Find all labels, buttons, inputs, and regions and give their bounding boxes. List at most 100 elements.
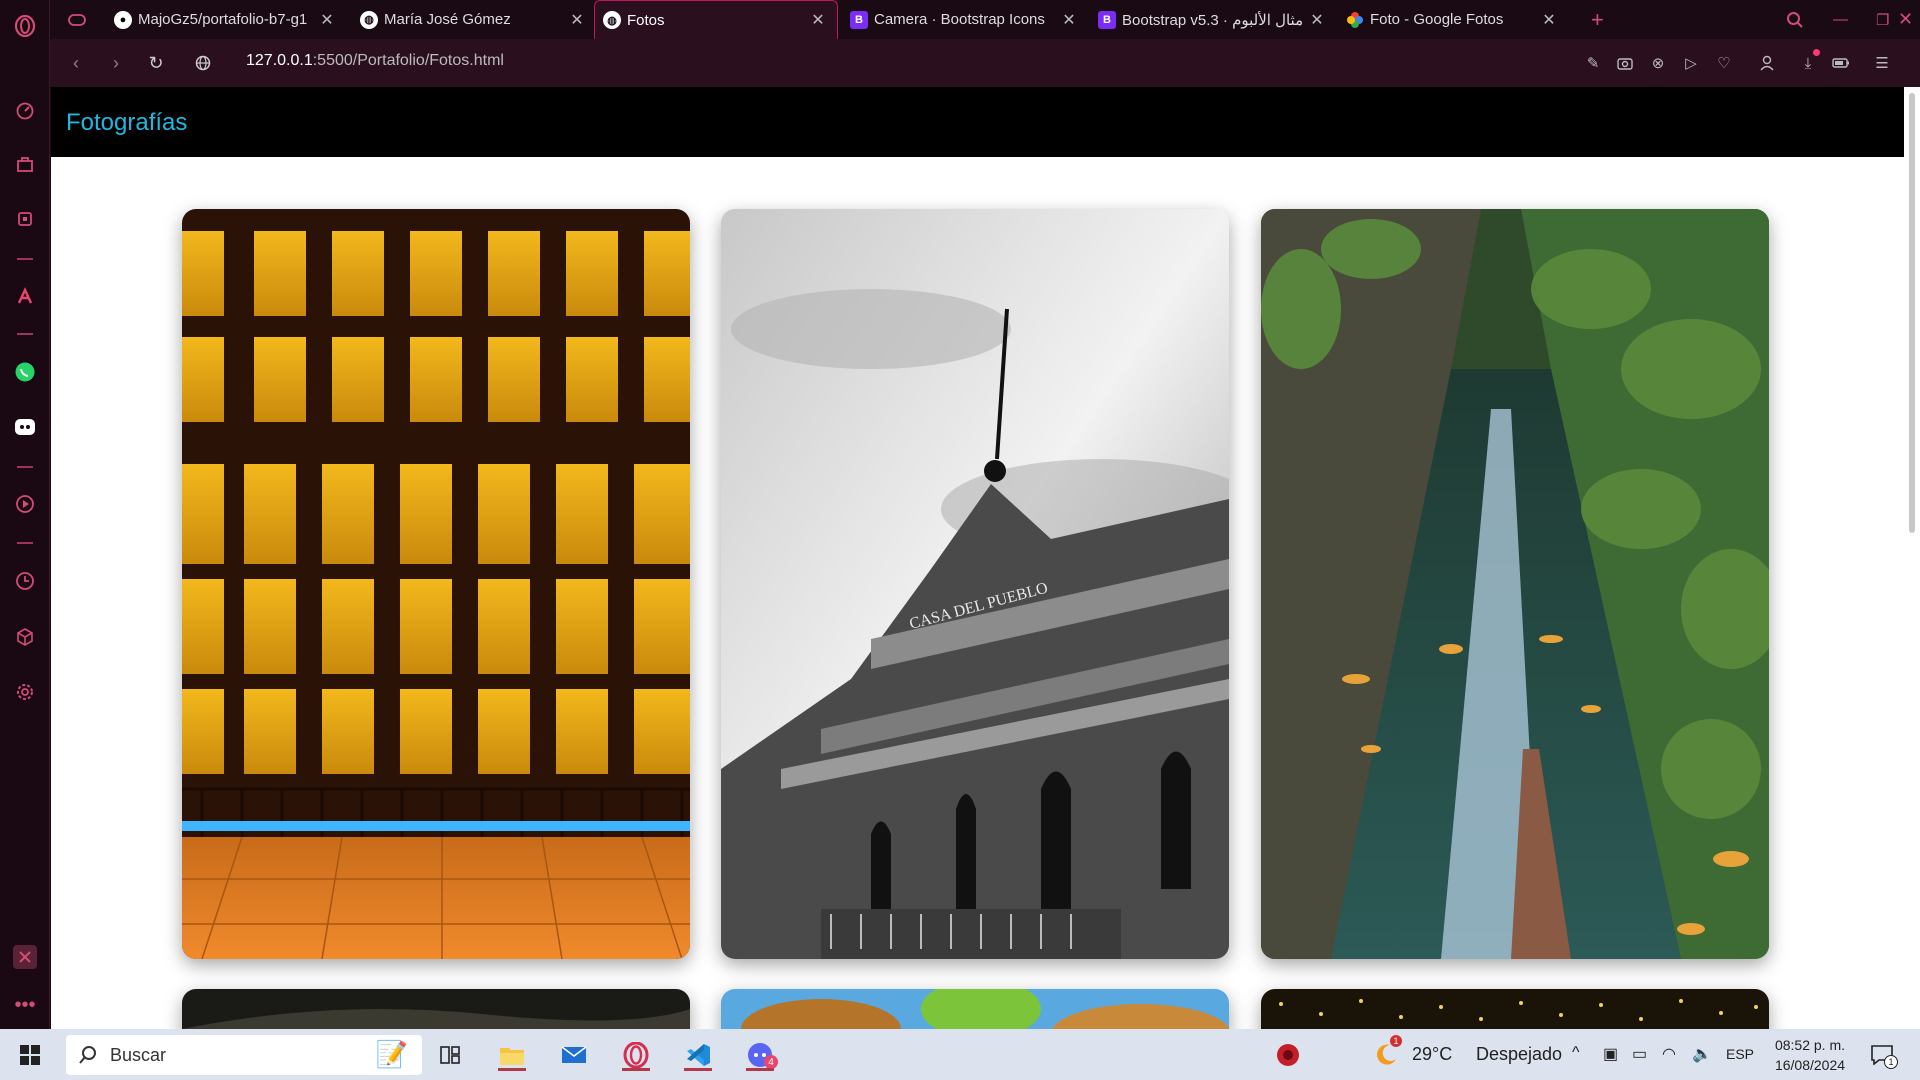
back-icon[interactable]: ‹ bbox=[64, 51, 88, 75]
search-placeholder: Buscar bbox=[110, 1044, 167, 1065]
easy-setup-icon[interactable]: ☰ bbox=[1870, 51, 1894, 75]
tab-game[interactable] bbox=[60, 0, 100, 39]
navbar-brand[interactable]: Fotografías bbox=[66, 109, 187, 137]
tab-bootstrap-icons[interactable]: B Camera · Bootstrap Icons ✕ bbox=[842, 0, 1088, 39]
tab-fotos-active[interactable]: ◍ Fotos ✕ bbox=[594, 0, 838, 39]
clock[interactable]: 08:52 p. m. 16/08/2024 bbox=[1770, 1035, 1850, 1075]
clock-time: 08:52 p. m. bbox=[1774, 1037, 1846, 1053]
new-tab-button[interactable]: + bbox=[1583, 0, 1613, 39]
close-tab-icon[interactable]: ✕ bbox=[807, 10, 829, 30]
tab-maria-jose[interactable]: ◍ María José Gómez ✕ bbox=[352, 0, 596, 39]
jungle-canal-reflection-photo bbox=[1261, 209, 1769, 959]
page-scrollbar[interactable] bbox=[1904, 87, 1920, 1029]
address-bar-row: ‹ › ↻ 127.0.0.1:5500/Portafolio/Fotos.ht… bbox=[50, 39, 1920, 87]
profile-icon[interactable] bbox=[1755, 51, 1779, 75]
more-dots-icon[interactable]: ••• bbox=[13, 993, 37, 1017]
photo-card-jungle-canal[interactable] bbox=[1261, 209, 1769, 959]
notification-count-badge: 1 bbox=[1884, 1055, 1898, 1069]
site-info-globe-icon[interactable] bbox=[191, 51, 215, 75]
opera-taskbar-icon[interactable] bbox=[618, 1037, 654, 1073]
photo-card-casa-del-pueblo[interactable]: CASA DEL PUEBLO bbox=[721, 209, 1229, 959]
photo-card-string-lights[interactable] bbox=[1261, 989, 1769, 1029]
windows-start-icon[interactable] bbox=[12, 1037, 48, 1073]
photo-card-golden-windows[interactable] bbox=[182, 209, 690, 959]
meet-now-icon[interactable]: ▣ bbox=[1603, 1044, 1618, 1064]
download-icon[interactable]: ⤓ bbox=[1796, 49, 1820, 75]
weather-alert-badge: 1 bbox=[1390, 1035, 1402, 1047]
tab-title: Fotos bbox=[627, 11, 665, 29]
volume-icon[interactable]: 🔈 bbox=[1692, 1044, 1712, 1064]
minimize-icon[interactable]: — bbox=[1825, 0, 1855, 39]
tab-google-fotos[interactable]: Foto - Google Fotos ✕ bbox=[1338, 0, 1568, 39]
reload-icon[interactable]: ↻ bbox=[144, 51, 168, 75]
tab-title: María José Gómez bbox=[384, 11, 511, 28]
tab-github[interactable]: ● MajoGz5/portafolio-b7-g1 ✕ bbox=[106, 0, 346, 39]
taskbar-search-input[interactable]: Buscar 📝 bbox=[66, 1035, 422, 1075]
weather-description[interactable]: Despejado bbox=[1476, 1044, 1562, 1065]
tab-title: Camera · Bootstrap Icons bbox=[874, 11, 1045, 28]
tray-chevron-icon[interactable]: ^ bbox=[1572, 1044, 1580, 1062]
clock-date: 16/08/2024 bbox=[1774, 1057, 1846, 1073]
tab-title: MajoGz5/portafolio-b7-g1 bbox=[138, 11, 308, 28]
page-navbar: Fotografías bbox=[51, 87, 1904, 157]
bootstrap-icon: B bbox=[850, 10, 868, 29]
whatsapp-icon[interactable] bbox=[13, 360, 37, 384]
ai-chip-icon[interactable] bbox=[13, 207, 37, 231]
player-icon[interactable] bbox=[13, 492, 37, 516]
history-clock-icon[interactable] bbox=[13, 569, 37, 593]
window-close-icon[interactable]: ✕ bbox=[1890, 0, 1920, 39]
photo-card-dark-landscape[interactable] bbox=[182, 989, 690, 1029]
aria-icon[interactable] bbox=[13, 284, 37, 308]
red-tray-app-icon[interactable] bbox=[1270, 1037, 1306, 1073]
close-tab-icon[interactable]: ✕ bbox=[316, 10, 338, 30]
url-field[interactable]: 127.0.0.1:5500/Portafolio/Fotos.html bbox=[246, 52, 504, 70]
search-icon bbox=[79, 1046, 96, 1064]
string-lights-photo bbox=[1261, 989, 1769, 1029]
ad-blocker-icon[interactable]: ⊗ bbox=[1646, 51, 1670, 75]
globe-icon: ◍ bbox=[360, 10, 378, 29]
mail-icon[interactable] bbox=[556, 1037, 592, 1073]
close-tab-icon[interactable]: ✕ bbox=[1306, 10, 1328, 30]
weather-temperature[interactable]: 29°C bbox=[1412, 1044, 1452, 1065]
task-view-icon[interactable] bbox=[432, 1037, 468, 1073]
sidebar-divider bbox=[17, 333, 33, 335]
snapshot-camera-icon[interactable] bbox=[1613, 51, 1637, 75]
photo-card-tropical-plant[interactable] bbox=[721, 989, 1229, 1029]
tab-search-icon[interactable] bbox=[1778, 0, 1808, 39]
close-tab-icon[interactable]: ✕ bbox=[1538, 10, 1560, 30]
url-path: :5500/Portafolio/Fotos.html bbox=[312, 52, 504, 69]
sidebar-divider bbox=[17, 466, 33, 468]
tab-bootstrap-album[interactable]: B Bootstrap v5.3 · مثال الألبوم ✕ bbox=[1090, 0, 1336, 39]
settings-gear-icon[interactable] bbox=[13, 680, 37, 704]
tab-title: Bootstrap v5.3 · مثال الألبوم bbox=[1122, 11, 1304, 29]
github-icon: ● bbox=[114, 10, 132, 29]
sidebar-divider bbox=[17, 542, 33, 544]
opera-logo-icon[interactable] bbox=[13, 14, 37, 38]
shopping-icon[interactable] bbox=[13, 152, 37, 176]
forward-icon[interactable]: › bbox=[104, 51, 128, 75]
pinboard-icon[interactable] bbox=[13, 945, 37, 969]
heart-icon[interactable]: ♡ bbox=[1712, 51, 1736, 75]
tropical-plant-photo bbox=[721, 989, 1229, 1029]
extensions-cube-icon[interactable] bbox=[13, 625, 37, 649]
discord-icon[interactable] bbox=[13, 415, 37, 439]
close-tab-icon[interactable]: ✕ bbox=[566, 10, 588, 30]
file-explorer-icon[interactable] bbox=[494, 1037, 530, 1073]
language-indicator[interactable]: ESP bbox=[1726, 1046, 1754, 1062]
send-icon[interactable]: ▷ bbox=[1679, 51, 1703, 75]
tab-title: Foto - Google Fotos bbox=[1370, 11, 1504, 28]
battery-saver-icon[interactable] bbox=[1829, 51, 1853, 75]
battery-icon[interactable]: ▭ bbox=[1632, 1044, 1647, 1064]
discord-taskbar-icon[interactable]: 4 bbox=[742, 1037, 778, 1073]
wifi-icon[interactable]: ◠ bbox=[1662, 1044, 1676, 1064]
notification-center-icon[interactable]: 1 bbox=[1864, 1037, 1900, 1073]
share-edit-icon[interactable]: ✎ bbox=[1581, 51, 1605, 75]
weather-moon-icon[interactable]: 1 bbox=[1368, 1035, 1404, 1073]
speedometer-icon[interactable] bbox=[13, 98, 37, 122]
close-tab-icon[interactable]: ✕ bbox=[1058, 10, 1080, 30]
scrollbar-thumb[interactable] bbox=[1909, 93, 1915, 533]
globe-icon: ◍ bbox=[603, 11, 621, 29]
casa-del-pueblo-building-photo: CASA DEL PUEBLO bbox=[721, 209, 1229, 959]
vscode-icon[interactable] bbox=[680, 1037, 716, 1073]
search-highlight-icon: 📝 bbox=[375, 1039, 408, 1069]
